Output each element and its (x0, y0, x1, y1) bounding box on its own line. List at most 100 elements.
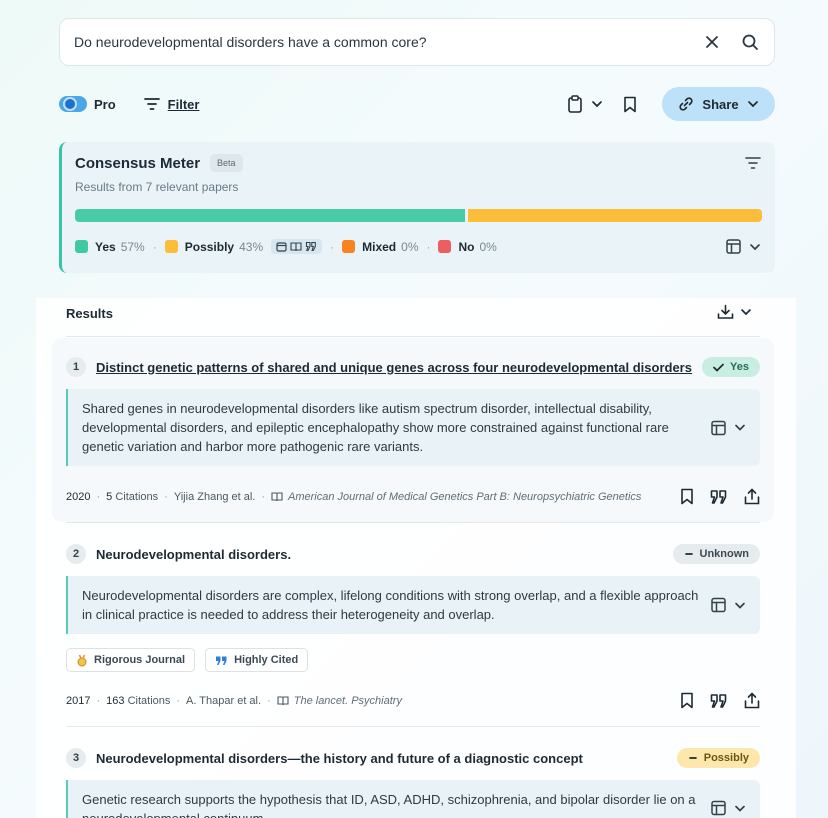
close-icon[interactable] (702, 32, 722, 52)
possibly-source-icons[interactable] (271, 239, 323, 254)
cite-icon[interactable] (710, 489, 728, 505)
download-button[interactable] (717, 304, 752, 320)
result-year: 2017 (66, 694, 91, 707)
chevron-down-icon (592, 101, 602, 108)
share-button[interactable]: Share (662, 87, 775, 121)
meter-view-toggle[interactable] (726, 239, 761, 254)
bookmark-button[interactable] (623, 96, 637, 113)
result-abstract: Neurodevelopmental disorders are complex… (66, 576, 760, 634)
result-card: 1 Distinct genetic patterns of shared an… (66, 357, 760, 505)
result-card: 2 Neurodevelopmental disorders. Unknown … (66, 544, 760, 709)
legend-label-mixed: Mixed (362, 239, 397, 254)
status-badge: Possibly (676, 748, 760, 768)
table-icon (711, 597, 726, 613)
link-icon (679, 97, 694, 111)
tag-rigorous-journal[interactable]: Rigorous Journal (66, 648, 196, 672)
meter-subtitle: Results from 7 relevant papers (75, 180, 239, 194)
legend-swatch-possibly (164, 240, 178, 253)
result-title-link[interactable]: Distinct genetic patterns of shared and … (96, 360, 702, 375)
bookmark-icon[interactable] (680, 488, 694, 505)
tag-highly-cited[interactable]: Highly Cited (205, 648, 309, 672)
clipboard-icon (568, 95, 582, 113)
legend-pct-possibly: 43% (239, 239, 264, 254)
pro-toggle[interactable] (59, 96, 87, 112)
result-journal[interactable]: American Journal of Medical Genetics Par… (288, 491, 641, 503)
table-icon (726, 239, 741, 254)
filter-button[interactable]: Filter (143, 96, 200, 112)
search-input[interactable]: Do neurodevelopmental disorders have a c… (74, 34, 684, 50)
status-badge: Unknown (672, 544, 760, 564)
filter-icon (143, 98, 160, 110)
abstract-expand-button[interactable] (711, 420, 746, 435)
citation-label: Citations (127, 694, 171, 707)
download-icon (717, 304, 734, 319)
share-icon[interactable] (744, 488, 760, 505)
result-number: 2 (66, 544, 86, 564)
result-number: 1 (66, 357, 86, 377)
result-title-link[interactable]: Neurodevelopmental disorders—the history… (96, 751, 677, 766)
beta-badge: Beta (210, 154, 243, 172)
dash-icon (684, 553, 693, 555)
legend-pct-no: 0% (479, 239, 497, 254)
legend-swatch-yes (75, 240, 88, 253)
result-title-link[interactable]: Neurodevelopmental disorders. (96, 547, 673, 562)
meter-filter-button[interactable] (745, 156, 761, 175)
result-abstract: Shared genes in neurodevelopmental disor… (66, 389, 760, 466)
legend-pct-yes: 57% (120, 239, 145, 254)
divider (66, 522, 760, 523)
toolbar: Pro Filter Share (59, 87, 775, 121)
check-icon (713, 363, 724, 372)
search-icon[interactable] (740, 32, 760, 52)
badge-label: Yes (730, 361, 749, 373)
citation-count: 5 (106, 490, 113, 503)
legend-swatch-no (438, 240, 452, 253)
legend-label-no: No (458, 239, 475, 254)
share-label: Share (702, 96, 739, 112)
result-year: 2020 (66, 490, 91, 503)
legend-swatch-mixed (342, 240, 356, 253)
chevron-down-icon (741, 309, 751, 316)
divider (66, 726, 760, 727)
book-icon (277, 696, 289, 706)
result-tags: Rigorous Journal Highly Cited (66, 648, 760, 672)
calendar-icon (276, 242, 287, 252)
filter-label: Filter (167, 96, 200, 112)
chevron-down-icon (735, 805, 745, 812)
chevron-down-icon (750, 243, 760, 250)
bookmark-icon[interactable] (680, 692, 694, 709)
result-card: 3 Neurodevelopmental disorders—the histo… (66, 748, 760, 818)
search-bar[interactable]: Do neurodevelopmental disorders have a c… (59, 18, 775, 66)
abstract-expand-button[interactable] (711, 597, 746, 613)
result-meta: 2017 · 163 Citations · A. Thapar et al. … (66, 692, 760, 709)
meter-title: Consensus Meter (75, 154, 201, 172)
filter-icon (745, 157, 761, 169)
abstract-text: Genetic research supports the hypothesis… (82, 792, 696, 818)
cite-icon[interactable] (710, 693, 728, 709)
clipboard-menu-button[interactable] (567, 95, 603, 113)
result-number: 3 (66, 748, 86, 768)
chevron-down-icon (735, 602, 745, 609)
citation-label: Citations (115, 490, 159, 503)
abstract-text: Shared genes in neurodevelopmental disor… (82, 401, 669, 454)
bar-segment-yes (75, 209, 465, 222)
result-meta: 2020 · 5 Citations · Yijia Zhang et al. … (66, 488, 760, 505)
result-journal[interactable]: The lancet. Psychiatry (294, 695, 402, 707)
results-heading: Results (66, 306, 113, 321)
tag-label: Rigorous Journal (94, 654, 186, 666)
consensus-meter: Consensus Meter Beta Results from 7 rele… (59, 142, 775, 273)
share-icon[interactable] (744, 692, 760, 709)
divider (66, 336, 760, 337)
result-authors[interactable]: Yijia Zhang et al. (174, 491, 256, 503)
medal-icon (77, 654, 87, 666)
abstract-expand-button[interactable] (711, 800, 746, 816)
consensus-bar (75, 209, 762, 222)
result-authors[interactable]: A. Thapar et al. (186, 695, 261, 707)
citation-count: 163 (106, 694, 125, 707)
book-icon (271, 492, 283, 502)
abstract-text: Neurodevelopmental disorders are complex… (82, 588, 699, 622)
status-badge: Yes (702, 357, 760, 377)
bookmark-icon (624, 96, 636, 112)
table-icon (711, 420, 726, 435)
badge-label: Possibly (703, 752, 749, 764)
book-icon (290, 242, 302, 252)
